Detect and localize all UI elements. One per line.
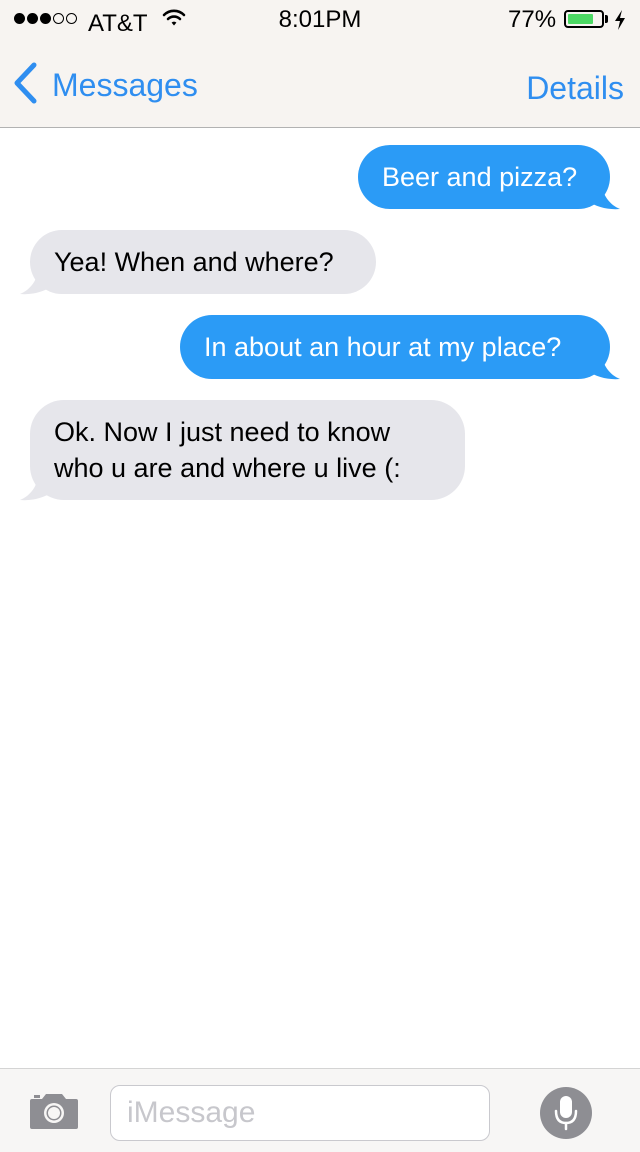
camera-icon[interactable] <box>28 1091 80 1136</box>
compose-bar <box>0 1068 640 1152</box>
battery-level <box>568 14 593 24</box>
bolt-icon <box>614 9 626 36</box>
details-button[interactable]: Details <box>526 70 624 107</box>
chevron-left-icon <box>12 62 38 109</box>
back-label: Messages <box>52 66 198 103</box>
message-input[interactable] <box>110 1085 490 1141</box>
battery-nub <box>605 15 608 23</box>
battery-icon <box>564 10 604 28</box>
navigation-bar: Messages Details <box>0 40 640 128</box>
message-bubble-sent[interactable]: Beer and pizza? <box>358 145 610 209</box>
message-thread[interactable]: Beer and pizza? Yea! When and where? In … <box>0 128 640 1068</box>
bubble-tail <box>20 268 52 295</box>
message-bubble-received[interactable]: Yea! When and where? <box>30 230 376 294</box>
bubble-tail <box>588 353 620 380</box>
messages-screen: AT&T 8:01PM 77% Messages Details Beer an… <box>0 0 640 1152</box>
bubble-tail <box>588 183 620 210</box>
message-bubble-received[interactable]: Ok. Now I just need to know who u are an… <box>30 400 465 500</box>
bubble-tail <box>20 474 52 501</box>
battery-percentage: 77% <box>508 6 557 33</box>
status-bar: AT&T 8:01PM 77% <box>0 0 640 40</box>
message-bubble-sent[interactable]: In about an hour at my place? <box>180 315 610 379</box>
back-button[interactable]: Messages <box>12 62 198 108</box>
microphone-icon[interactable] <box>540 1087 592 1139</box>
